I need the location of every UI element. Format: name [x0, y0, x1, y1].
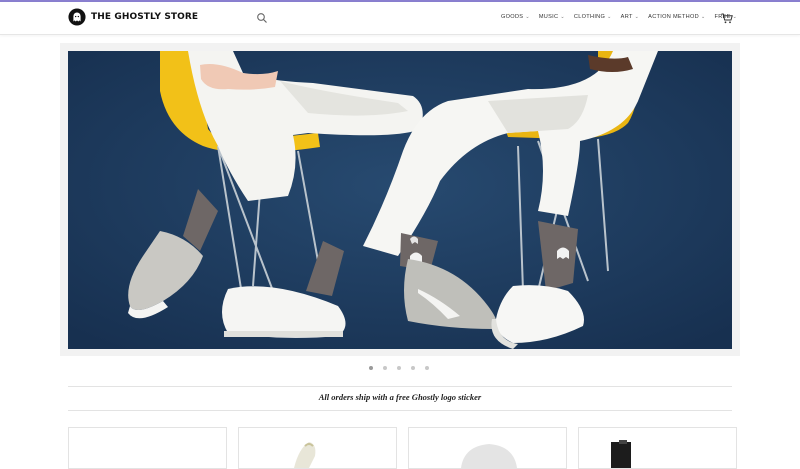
carousel-dots [369, 366, 429, 370]
chevron-down-icon: ⌄ [732, 14, 738, 20]
product-card-4[interactable] [578, 427, 737, 469]
product-thumbnail [611, 440, 631, 468]
ghost-logo-icon [68, 8, 86, 26]
hero-banner-image[interactable] [68, 51, 732, 349]
carousel-dot-5[interactable] [425, 366, 429, 370]
product-thumbnail [294, 442, 316, 468]
site-header: THE GHOSTLY STORE GOODS ⌄ MUSIC ⌄ CLOTHING… [0, 2, 800, 35]
carousel-dot-4[interactable] [411, 366, 415, 370]
chevron-down-icon: ⌄ [560, 14, 565, 20]
product-card-1[interactable] [68, 427, 227, 469]
carousel-dot-3[interactable] [397, 366, 401, 370]
carousel-dot-1[interactable] [369, 366, 373, 370]
nav-art[interactable]: ART ⌄ [621, 14, 640, 20]
chevron-down-icon: ⌄ [634, 14, 640, 20]
search-icon[interactable] [256, 12, 268, 24]
product-card-2[interactable] [238, 427, 397, 469]
product-grid [68, 427, 737, 469]
cart-icon[interactable] [721, 13, 733, 24]
nav-action-method[interactable]: ACTION METHOD ⌄ [648, 14, 705, 20]
divider-top [68, 386, 732, 387]
product-card-3[interactable] [408, 427, 567, 469]
promo-banner: All orders ship with a free Ghostly logo… [318, 392, 482, 402]
divider-bottom [68, 410, 732, 411]
nav-music[interactable]: MUSIC ⌄ [539, 14, 565, 20]
product-thumbnail [461, 444, 517, 468]
nav-goods[interactable]: GOODS ⌄ [501, 14, 530, 20]
store-logo[interactable]: THE GHOSTLY STORE [68, 8, 198, 26]
chevron-down-icon: ⌄ [607, 14, 612, 20]
hero-photo [68, 51, 732, 349]
carousel-dot-2[interactable] [383, 366, 387, 370]
brand-name: THE GHOSTLY STORE [91, 12, 199, 22]
chevron-down-icon: ⌄ [525, 14, 530, 20]
nav-clothing[interactable]: CLOTHING ⌄ [574, 14, 612, 20]
chevron-down-icon: ⌄ [701, 14, 706, 20]
main-nav: GOODS ⌄ MUSIC ⌄ CLOTHING ⌄ ART ⌄ ACTION METH… [501, 14, 737, 20]
